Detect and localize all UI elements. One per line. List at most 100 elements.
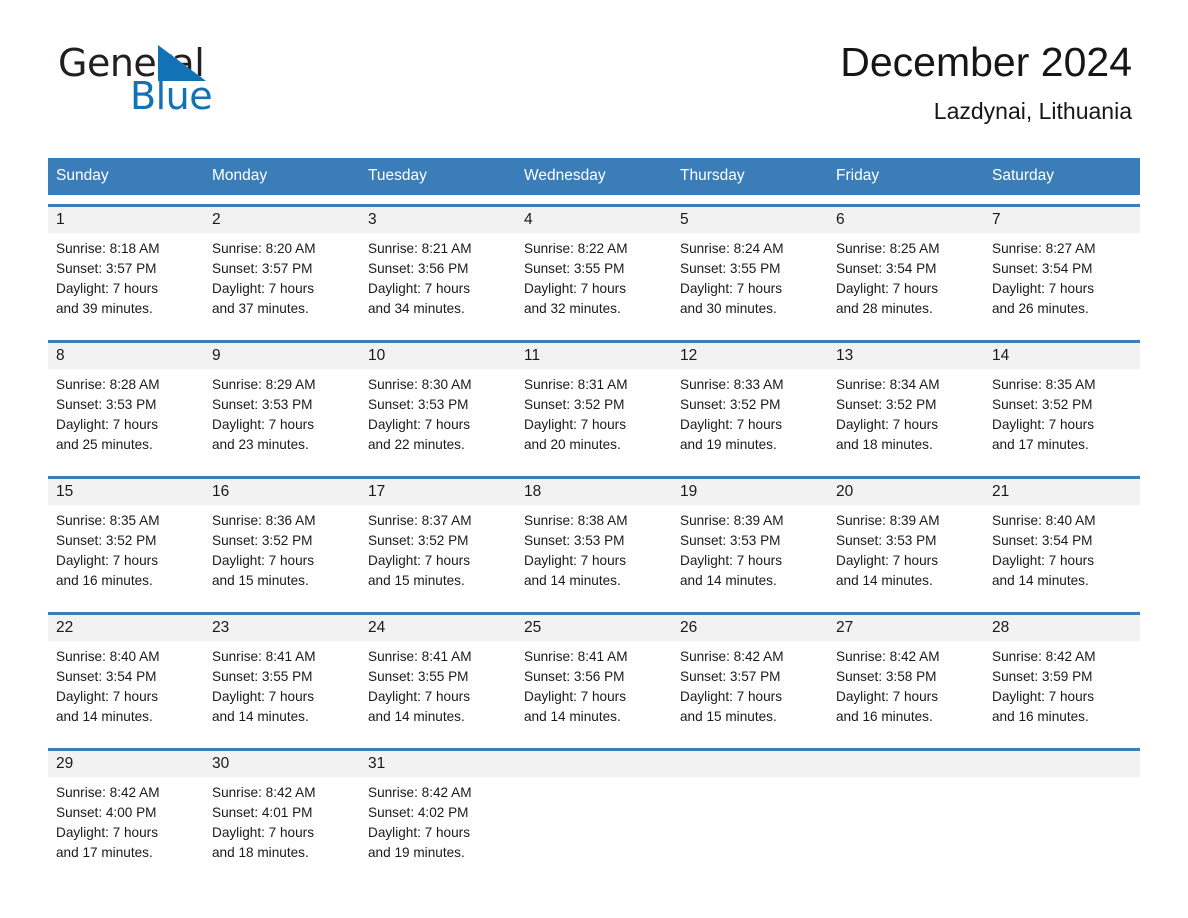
daylight-text-line1: Daylight: 7 hours — [212, 689, 315, 704]
day-number: 12 — [680, 347, 698, 364]
day-cell[interactable]: 14 Sunrise: 8:35 AM Sunset: 3:52 PM Dayl… — [984, 343, 1140, 467]
sunrise-text: Sunrise: 8:39 AM — [836, 513, 940, 528]
day-number-band: 9 — [204, 343, 360, 369]
sunrise-text: Sunrise: 8:38 AM — [524, 513, 628, 528]
week-row: 8 Sunrise: 8:28 AM Sunset: 3:53 PM Dayli… — [48, 340, 1140, 467]
sunrise-text: Sunrise: 8:35 AM — [992, 377, 1096, 392]
day-number-band: 15 — [48, 479, 204, 505]
sunrise-text: Sunrise: 8:31 AM — [524, 377, 628, 392]
day-cell[interactable]: 7 Sunrise: 8:27 AM Sunset: 3:54 PM Dayli… — [984, 207, 1140, 331]
day-details: Sunrise: 8:42 AM Sunset: 4:02 PM Dayligh… — [360, 777, 516, 875]
day-cell[interactable]: 2 Sunrise: 8:20 AM Sunset: 3:57 PM Dayli… — [204, 207, 360, 331]
day-cell[interactable]: 25 Sunrise: 8:41 AM Sunset: 3:56 PM Dayl… — [516, 615, 672, 739]
daylight-text-line2: and 14 minutes. — [56, 709, 153, 724]
day-number-band: 10 — [360, 343, 516, 369]
daylight-text-line2: and 19 minutes. — [368, 845, 465, 860]
sunrise-text: Sunrise: 8:20 AM — [212, 241, 316, 256]
daylight-text-line2: and 14 minutes. — [524, 709, 621, 724]
day-cell[interactable]: 17 Sunrise: 8:37 AM Sunset: 3:52 PM Dayl… — [360, 479, 516, 603]
day-details: Sunrise: 8:25 AM Sunset: 3:54 PM Dayligh… — [828, 233, 984, 331]
day-number: 20 — [836, 483, 854, 500]
day-cell[interactable]: 16 Sunrise: 8:36 AM Sunset: 3:52 PM Dayl… — [204, 479, 360, 603]
day-cell[interactable]: 6 Sunrise: 8:25 AM Sunset: 3:54 PM Dayli… — [828, 207, 984, 331]
day-cell[interactable]: 12 Sunrise: 8:33 AM Sunset: 3:52 PM Dayl… — [672, 343, 828, 467]
day-cell[interactable]: 10 Sunrise: 8:30 AM Sunset: 3:53 PM Dayl… — [360, 343, 516, 467]
day-cell[interactable]: 11 Sunrise: 8:31 AM Sunset: 3:52 PM Dayl… — [516, 343, 672, 467]
day-cell[interactable]: 26 Sunrise: 8:42 AM Sunset: 3:57 PM Dayl… — [672, 615, 828, 739]
week-row: 29 Sunrise: 8:42 AM Sunset: 4:00 PM Dayl… — [48, 748, 1140, 875]
sunset-text: Sunset: 3:55 PM — [212, 669, 313, 684]
sunrise-text: Sunrise: 8:42 AM — [212, 785, 316, 800]
sunrise-text: Sunrise: 8:35 AM — [56, 513, 160, 528]
day-cell[interactable]: 22 Sunrise: 8:40 AM Sunset: 3:54 PM Dayl… — [48, 615, 204, 739]
day-cell[interactable]: 20 Sunrise: 8:39 AM Sunset: 3:53 PM Dayl… — [828, 479, 984, 603]
day-number: 19 — [680, 483, 698, 500]
day-details: Sunrise: 8:21 AM Sunset: 3:56 PM Dayligh… — [360, 233, 516, 331]
day-cell[interactable]: 28 Sunrise: 8:42 AM Sunset: 3:59 PM Dayl… — [984, 615, 1140, 739]
weekday-monday: Monday — [212, 167, 268, 184]
day-number-band: 18 — [516, 479, 672, 505]
day-cell[interactable]: 29 Sunrise: 8:42 AM Sunset: 4:00 PM Dayl… — [48, 751, 204, 875]
day-cell[interactable]: 8 Sunrise: 8:28 AM Sunset: 3:53 PM Dayli… — [48, 343, 204, 467]
day-details: Sunrise: 8:29 AM Sunset: 3:53 PM Dayligh… — [204, 369, 360, 467]
sunset-text: Sunset: 3:56 PM — [524, 669, 625, 684]
day-number-band: 4 — [516, 207, 672, 233]
sunset-text: Sunset: 3:54 PM — [836, 261, 937, 276]
sunset-text: Sunset: 3:53 PM — [836, 533, 937, 548]
sunset-text: Sunset: 4:01 PM — [212, 805, 313, 820]
day-cell[interactable]: 21 Sunrise: 8:40 AM Sunset: 3:54 PM Dayl… — [984, 479, 1140, 603]
day-number-band: 2 — [204, 207, 360, 233]
day-cell[interactable]: 3 Sunrise: 8:21 AM Sunset: 3:56 PM Dayli… — [360, 207, 516, 331]
day-cell[interactable]: 9 Sunrise: 8:29 AM Sunset: 3:53 PM Dayli… — [204, 343, 360, 467]
day-cell[interactable]: 18 Sunrise: 8:38 AM Sunset: 3:53 PM Dayl… — [516, 479, 672, 603]
day-number: 23 — [212, 619, 230, 636]
day-cell[interactable]: 1 Sunrise: 8:18 AM Sunset: 3:57 PM Dayli… — [48, 207, 204, 331]
day-cell[interactable]: 4 Sunrise: 8:22 AM Sunset: 3:55 PM Dayli… — [516, 207, 672, 331]
page-title: December 2024 — [840, 39, 1132, 85]
day-number: 31 — [368, 755, 386, 772]
daylight-text-line1: Daylight: 7 hours — [524, 417, 627, 432]
general-blue-logo[interactable]: General Blue — [58, 42, 318, 117]
day-cell[interactable]: 19 Sunrise: 8:39 AM Sunset: 3:53 PM Dayl… — [672, 479, 828, 603]
daylight-text-line2: and 14 minutes. — [524, 573, 621, 588]
day-cell[interactable]: 31 Sunrise: 8:42 AM Sunset: 4:02 PM Dayl… — [360, 751, 516, 875]
day-number: 28 — [992, 619, 1010, 636]
day-details: Sunrise: 8:41 AM Sunset: 3:55 PM Dayligh… — [360, 641, 516, 739]
day-number-band — [984, 751, 1140, 777]
week-row: 22 Sunrise: 8:40 AM Sunset: 3:54 PM Dayl… — [48, 612, 1140, 739]
sunrise-text: Sunrise: 8:41 AM — [368, 649, 472, 664]
day-number-band: 21 — [984, 479, 1140, 505]
day-cell[interactable]: 27 Sunrise: 8:42 AM Sunset: 3:58 PM Dayl… — [828, 615, 984, 739]
daylight-text-line2: and 16 minutes. — [56, 573, 153, 588]
daylight-text-line1: Daylight: 7 hours — [56, 281, 159, 296]
day-number-band: 22 — [48, 615, 204, 641]
day-cell[interactable]: 23 Sunrise: 8:41 AM Sunset: 3:55 PM Dayl… — [204, 615, 360, 739]
sunset-text: Sunset: 3:53 PM — [680, 533, 781, 548]
daylight-text-line2: and 28 minutes. — [836, 301, 933, 316]
day-details — [828, 777, 984, 875]
day-details: Sunrise: 8:20 AM Sunset: 3:57 PM Dayligh… — [204, 233, 360, 331]
day-details: Sunrise: 8:30 AM Sunset: 3:53 PM Dayligh… — [360, 369, 516, 467]
daylight-text-line2: and 34 minutes. — [368, 301, 465, 316]
day-cell[interactable]: 24 Sunrise: 8:41 AM Sunset: 3:55 PM Dayl… — [360, 615, 516, 739]
weekday-header-row: Sunday Monday Tuesday Wednesday Thursday… — [48, 158, 1140, 195]
weekday-sunday: Sunday — [56, 167, 109, 184]
day-number-band: 20 — [828, 479, 984, 505]
day-details: Sunrise: 8:39 AM Sunset: 3:53 PM Dayligh… — [828, 505, 984, 603]
day-details: Sunrise: 8:31 AM Sunset: 3:52 PM Dayligh… — [516, 369, 672, 467]
day-number: 6 — [836, 211, 845, 228]
day-cell[interactable]: 13 Sunrise: 8:34 AM Sunset: 3:52 PM Dayl… — [828, 343, 984, 467]
day-number-band: 13 — [828, 343, 984, 369]
sunrise-text: Sunrise: 8:42 AM — [992, 649, 1096, 664]
day-details: Sunrise: 8:33 AM Sunset: 3:52 PM Dayligh… — [672, 369, 828, 467]
day-number-band: 11 — [516, 343, 672, 369]
day-cell-empty — [672, 751, 828, 875]
day-details: Sunrise: 8:36 AM Sunset: 3:52 PM Dayligh… — [204, 505, 360, 603]
sunset-text: Sunset: 3:57 PM — [56, 261, 157, 276]
day-cell[interactable]: 5 Sunrise: 8:24 AM Sunset: 3:55 PM Dayli… — [672, 207, 828, 331]
daylight-text-line1: Daylight: 7 hours — [212, 281, 315, 296]
day-number: 5 — [680, 211, 689, 228]
day-cell[interactable]: 30 Sunrise: 8:42 AM Sunset: 4:01 PM Dayl… — [204, 751, 360, 875]
day-details: Sunrise: 8:22 AM Sunset: 3:55 PM Dayligh… — [516, 233, 672, 331]
day-cell[interactable]: 15 Sunrise: 8:35 AM Sunset: 3:52 PM Dayl… — [48, 479, 204, 603]
